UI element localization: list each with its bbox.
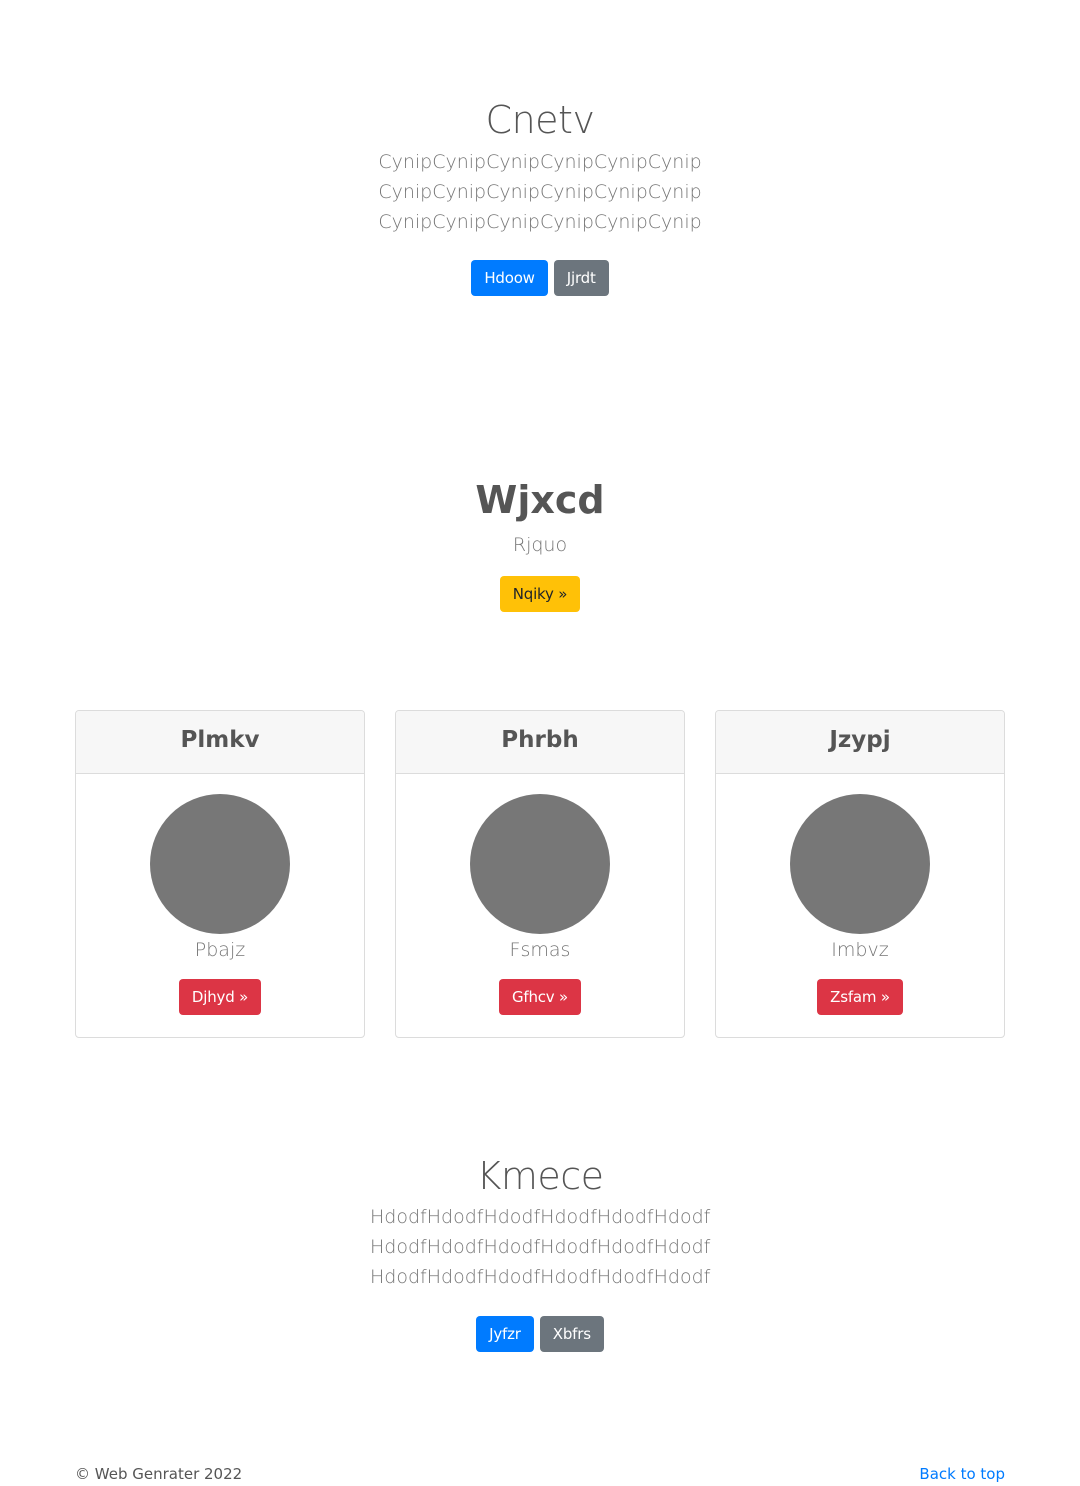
card: Phrbh Fsmas Gfhcv » xyxy=(395,710,685,1038)
feature-button[interactable]: Nqiky » xyxy=(499,576,581,612)
card-name: Imbvz xyxy=(831,939,889,961)
copyright-text: © Web Genrater 2022 xyxy=(75,1465,243,1483)
card: Jzypj Imbvz Zsfam » xyxy=(715,710,1005,1038)
hero-secondary-button[interactable]: Xbfrs xyxy=(539,1316,604,1352)
hero-button-row: Hdoow Jjrdt xyxy=(0,260,1080,296)
hero-title: Cnetv xyxy=(485,98,595,142)
hero-primary-button[interactable]: Hdoow xyxy=(471,260,548,296)
card-deck: Plmkv Pbajz Djhyd » Phrbh Fsmas Gfhcv » … xyxy=(75,710,1005,1038)
hero-lead: CynipCynipCynipCynipCynipCynip CynipCyni… xyxy=(378,151,702,233)
hero-section-bottom: Kmece HdodfHdodfHdodfHdodfHdodfHdodf Hdo… xyxy=(0,1153,1080,1352)
avatar xyxy=(150,794,290,934)
card-button[interactable]: Zsfam » xyxy=(817,979,903,1015)
card-header: Phrbh xyxy=(396,711,684,774)
avatar xyxy=(470,794,610,934)
hero-button-row: Jyfzr Xbfrs xyxy=(0,1316,1080,1352)
card-name: Pbajz xyxy=(194,939,246,961)
feature-button-row: Nqiky » xyxy=(0,576,1080,612)
hero-primary-button[interactable]: Jyfzr xyxy=(476,1316,534,1352)
card-button[interactable]: Gfhcv » xyxy=(498,979,582,1015)
card-body: Pbajz Djhyd » xyxy=(76,774,364,1015)
card-body: Imbvz Zsfam » xyxy=(716,774,1004,1015)
card: Plmkv Pbajz Djhyd » xyxy=(75,710,365,1038)
hero-lead: HdodfHdodfHdodfHdodfHdodfHdodf HdodfHdod… xyxy=(370,1206,711,1288)
card-body: Fsmas Gfhcv » xyxy=(396,774,684,1015)
hero-secondary-button[interactable]: Jjrdt xyxy=(553,260,609,296)
avatar xyxy=(790,794,930,934)
hero-section-top: Cnetv CynipCynipCynipCynipCynipCynip Cyn… xyxy=(0,97,1080,296)
feature-subtitle: Rjquo xyxy=(512,534,568,556)
card-name: Fsmas xyxy=(509,939,571,961)
card-header: Jzypj xyxy=(716,711,1004,774)
feature-section: Wjxcd Rjquo Nqiky » xyxy=(0,476,1080,612)
card-header: Plmkv xyxy=(76,711,364,774)
feature-title: Wjxcd xyxy=(475,478,605,522)
card-button[interactable]: Djhyd » xyxy=(178,979,262,1015)
back-to-top-link[interactable]: Back to top xyxy=(919,1462,1005,1486)
footer: © Web Genrater 2022 Back to top xyxy=(75,1462,1005,1486)
hero-title: Kmece xyxy=(476,1154,604,1198)
